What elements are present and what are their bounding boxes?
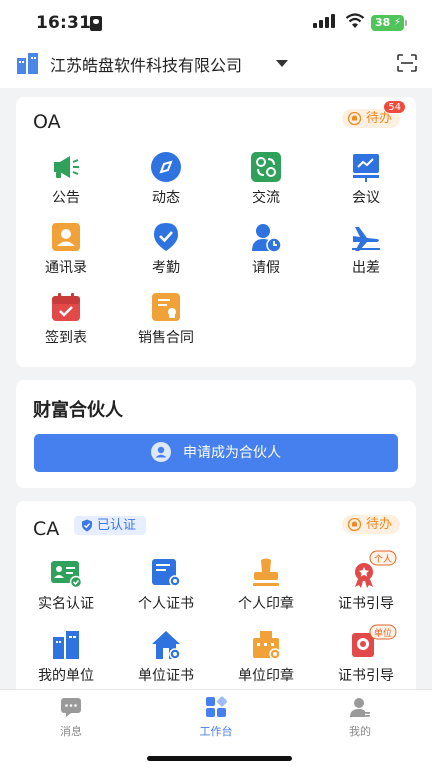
verified-badge: 已认证 (74, 516, 146, 535)
ca-item-cert-guide-company[interactable]: 单位 证书引导 (316, 624, 416, 689)
ca-card: CA 已认证 待办 实名认证 个人证书 个人印章 个人 证书引导 我的单位 单位… (16, 501, 416, 701)
todo-count-badge: 54 (383, 100, 406, 114)
ca-item-realname[interactable]: 实名认证 (16, 557, 116, 617)
ca-item-personal-cert[interactable]: 个人证书 (116, 557, 216, 617)
tab-messages[interactable]: 消息 (31, 696, 111, 739)
status-bar: 16:31 38 ⚡ (0, 0, 432, 46)
verified-label: 已认证 (97, 518, 137, 533)
megaphone-icon (54, 156, 79, 178)
company-selector[interactable]: 江苏皓盘软件科技有限公司 (50, 52, 242, 76)
item-label: 出差 (352, 260, 380, 276)
item-label: 个人印章 (238, 596, 294, 612)
item-label: 实名认证 (38, 596, 94, 612)
apply-partner-label: 申请成为合伙人 (183, 445, 281, 461)
contract-icon (152, 293, 180, 321)
award-tag: 个人 (374, 554, 392, 565)
battery-icon: 38 ⚡ (371, 15, 407, 31)
item-label: 证书引导 (338, 596, 394, 612)
award-tag: 单位 (374, 627, 392, 639)
ca-item-personal-seal[interactable]: 个人印章 (216, 557, 316, 617)
item-label: 签到表 (45, 330, 87, 346)
ca-title: CA (33, 518, 60, 540)
item-label: 通讯录 (45, 260, 87, 276)
tab-profile[interactable]: 我的 (320, 696, 400, 739)
oa-item-attendance[interactable]: 考勤 (116, 221, 216, 281)
item-label: 个人证书 (138, 596, 194, 612)
workbench-icon (206, 696, 227, 717)
message-icon (61, 698, 81, 717)
item-label: 会议 (352, 190, 380, 206)
bell-icon (348, 112, 361, 125)
item-label: 公告 (52, 190, 80, 206)
oa-item-sales-contract[interactable]: 销售合同 (116, 291, 216, 351)
battery-level: 38 (375, 16, 391, 29)
item-label: 销售合同 (138, 330, 194, 346)
status-time: 16:31 (36, 13, 92, 33)
wifi-icon (345, 13, 365, 28)
seal-icon (253, 558, 279, 586)
checkin-icon (154, 223, 178, 251)
partner-title: 财富合伙人 (33, 400, 123, 421)
oa-item-signin-sheet[interactable]: 签到表 (16, 291, 116, 351)
oa-item-exchange[interactable]: 交流 (216, 151, 316, 211)
oa-item-business-trip[interactable]: 出差 (316, 221, 416, 281)
contacts-icon (52, 223, 80, 251)
apply-partner-button[interactable]: 申请成为合伙人 (34, 434, 398, 472)
item-label: 单位证书 (138, 668, 194, 684)
id-card-status-icon (90, 16, 102, 31)
ca-item-company-seal[interactable]: 单位印章 (216, 629, 316, 689)
building-icon (53, 631, 79, 659)
profile-icon (350, 698, 370, 717)
oa-item-news[interactable]: 动态 (116, 151, 216, 211)
oa-todo-button[interactable]: 待办 54 (342, 100, 406, 128)
ca-item-my-company[interactable]: 我的单位 (16, 629, 116, 689)
compass-icon (151, 152, 181, 182)
house-icon (152, 631, 181, 660)
ca-todo-label: 待办 (366, 517, 393, 532)
tab-workbench[interactable]: 工作台 (176, 696, 256, 739)
app-header: 江苏皓盘软件科技有限公司 (0, 46, 432, 88)
award-icon: 个人 (355, 550, 397, 588)
home-indicator[interactable] (147, 756, 292, 761)
tab-label: 工作台 (199, 725, 233, 738)
ca-todo-button[interactable]: 待办 (342, 515, 400, 534)
oa-item-leave[interactable]: 请假 (216, 221, 316, 281)
scan-icon[interactable] (397, 54, 417, 72)
company-seal-icon (253, 631, 281, 660)
exchange-icon (251, 152, 281, 182)
cellular-signal-icon (313, 14, 337, 28)
bell-icon (348, 518, 361, 531)
ca-item-cert-guide-personal[interactable]: 个人 证书引导 (316, 550, 416, 617)
partner-card: 财富合伙人 申请成为合伙人 (16, 380, 416, 488)
calendar-icon (52, 293, 80, 321)
oa-item-announcement[interactable]: 公告 (16, 151, 116, 211)
chevron-down-icon[interactable] (276, 60, 288, 67)
oa-title: OA (33, 111, 61, 133)
oa-item-contacts[interactable]: 通讯录 (16, 221, 116, 281)
tab-label: 我的 (349, 725, 371, 738)
oa-item-meeting[interactable]: 会议 (316, 151, 416, 211)
company-logo-icon (17, 53, 38, 74)
award-icon: 单位 (352, 624, 397, 657)
item-label: 交流 (252, 190, 280, 206)
partner-avatar-icon (151, 441, 171, 462)
oa-card: OA 待办 54 公告 动态 交流 会议 通讯录 考勤 请假 出差 签到表 销售… (16, 97, 416, 367)
item-label: 动态 (152, 190, 180, 206)
certificate-icon (152, 559, 181, 587)
item-label: 考勤 (152, 260, 180, 276)
item-label: 单位印章 (238, 668, 294, 684)
item-label: 我的单位 (38, 668, 94, 684)
tab-label: 消息 (60, 725, 82, 738)
leave-icon (252, 224, 282, 253)
airplane-icon (352, 227, 380, 251)
presentation-icon (353, 154, 379, 182)
shield-check-icon (82, 519, 92, 532)
item-label: 请假 (252, 260, 280, 276)
item-label: 证书引导 (338, 668, 394, 684)
id-card-icon (51, 561, 82, 589)
ca-item-company-cert[interactable]: 单位证书 (116, 629, 216, 689)
